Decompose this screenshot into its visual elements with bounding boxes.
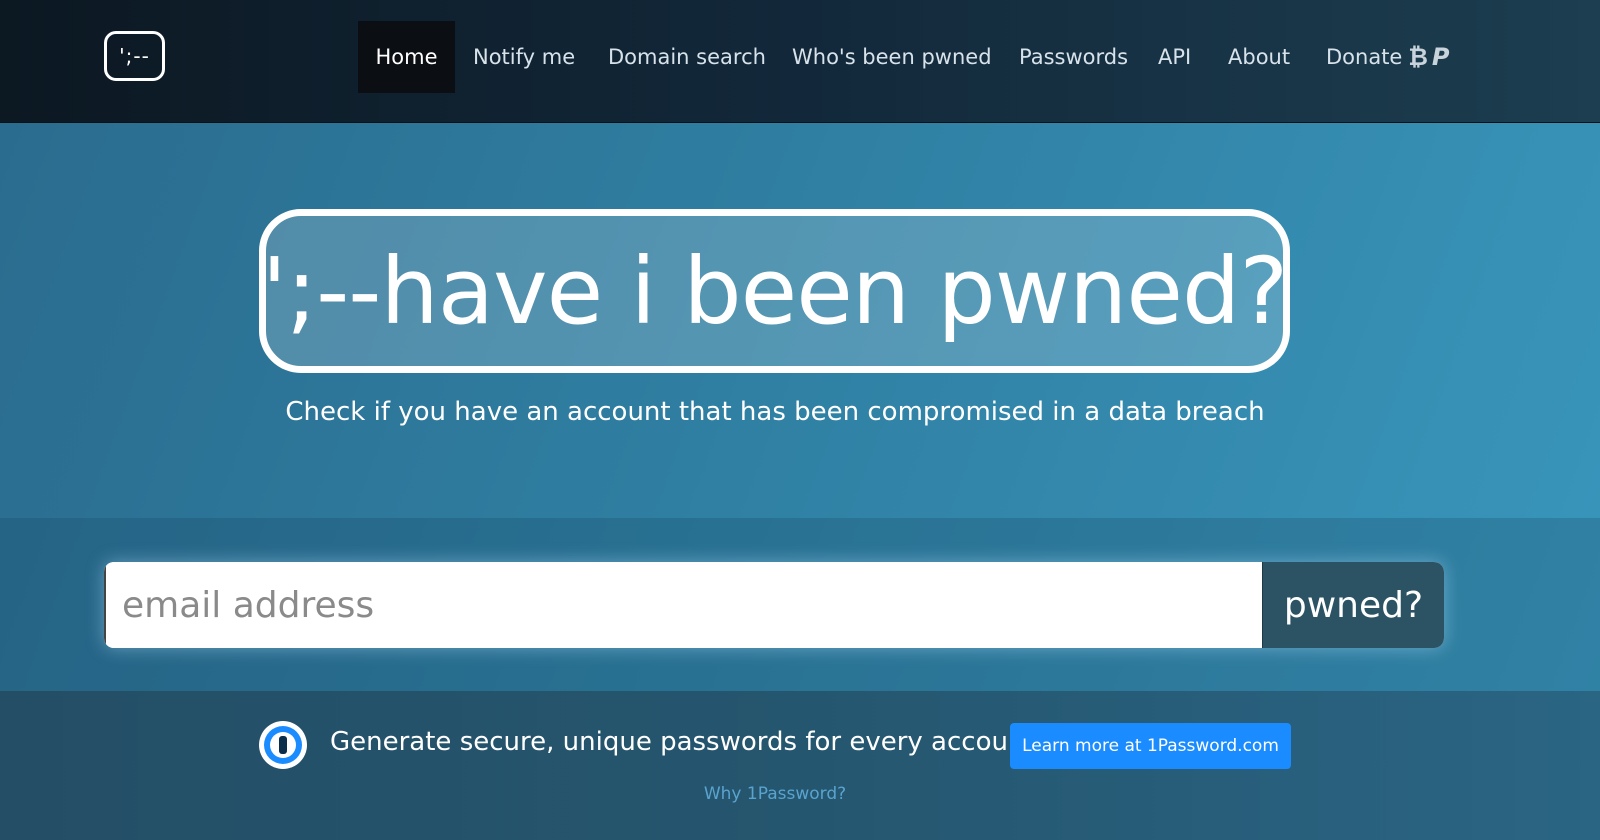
keyhole-icon bbox=[279, 736, 287, 754]
search-form: pwned? bbox=[104, 562, 1444, 648]
promo-section: Generate secure, unique passwords for ev… bbox=[0, 691, 1600, 840]
why-1password-link[interactable]: Why 1Password? bbox=[0, 784, 1550, 804]
nav-donate[interactable]: Donate ₿ P bbox=[1326, 21, 1450, 93]
promo-text: Generate secure, unique passwords for ev… bbox=[330, 727, 1035, 757]
nav-passwords[interactable]: Passwords bbox=[1019, 21, 1128, 93]
nav-home[interactable]: Home bbox=[358, 21, 455, 93]
learn-more-button[interactable]: Learn more at 1Password.com bbox=[1010, 723, 1291, 769]
nav-whos-been-pwned[interactable]: Who's been pwned bbox=[792, 21, 992, 93]
email-search-input[interactable] bbox=[104, 562, 1262, 648]
top-navbar: ';-- Home Notify me Domain search Who's … bbox=[0, 0, 1600, 123]
nav-api[interactable]: API bbox=[1158, 21, 1191, 93]
pwned-button[interactable]: pwned? bbox=[1262, 562, 1444, 648]
nav-domain-search[interactable]: Domain search bbox=[608, 21, 766, 93]
nav-about[interactable]: About bbox=[1228, 21, 1290, 93]
1password-icon-ring bbox=[264, 726, 302, 764]
bitcoin-icon[interactable]: ₿ bbox=[1408, 43, 1428, 72]
donate-icons: ₿ P bbox=[1408, 43, 1449, 72]
1password-icon-inner bbox=[270, 732, 296, 758]
paypal-icon[interactable]: P bbox=[1432, 43, 1450, 71]
search-section: pwned? bbox=[0, 518, 1600, 691]
site-logo[interactable]: ';-- bbox=[104, 31, 165, 81]
nav-notify-me[interactable]: Notify me bbox=[473, 21, 575, 93]
1password-icon bbox=[259, 721, 307, 769]
donate-label: Donate bbox=[1326, 45, 1403, 69]
hero-title: ';--have i been pwned? bbox=[259, 209, 1290, 373]
hero-subtitle: Check if you have an account that has be… bbox=[285, 397, 1265, 427]
